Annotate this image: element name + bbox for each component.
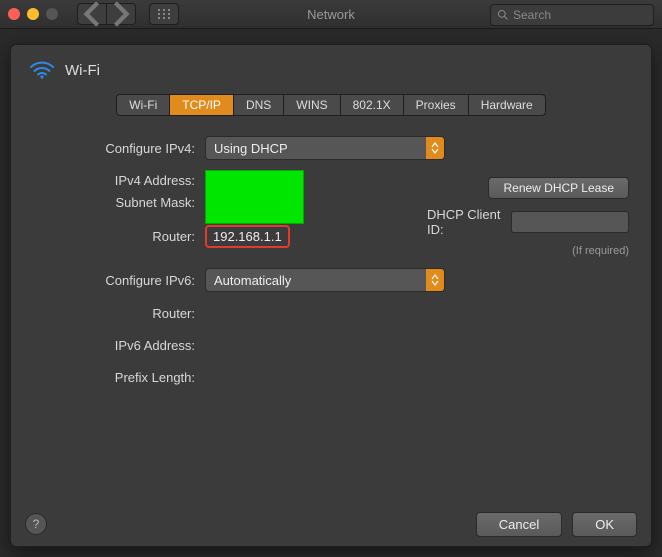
search-field[interactable]: Search — [490, 4, 654, 26]
configure-ipv6-select[interactable]: Automatically — [205, 268, 445, 292]
sheet-title: Wi-Fi — [65, 62, 100, 79]
tab-tcpip[interactable]: TCP/IP — [170, 95, 234, 115]
search-icon — [497, 9, 509, 21]
label-configure-ipv4: Configure IPv4: — [33, 141, 205, 156]
label-subnet-mask: Subnet Mask: — [33, 195, 205, 210]
chevron-right-icon — [107, 0, 135, 28]
select-stepper-icon — [426, 269, 444, 291]
tab-wins[interactable]: WINS — [284, 95, 340, 115]
dhcp-client-id-input[interactable] — [511, 211, 629, 233]
help-button[interactable]: ? — [25, 513, 47, 535]
select-stepper-icon — [426, 137, 444, 159]
tcpip-pane: Configure IPv4: Using DHCP IPv4 Address:… — [11, 118, 651, 406]
router-value: 192.168.1.1 — [205, 225, 290, 248]
nav-forward-button[interactable] — [107, 3, 136, 25]
label-configure-ipv6: Configure IPv6: — [33, 273, 205, 288]
settings-sheet: Wi-Fi Wi-FiTCP/IPDNSWINS802.1XProxiesHar… — [10, 44, 652, 547]
label-prefix-length: Prefix Length: — [33, 370, 205, 385]
search-placeholder: Search — [513, 8, 551, 22]
label-ipv4-address: IPv4 Address: — [33, 170, 205, 188]
close-window-button[interactable] — [8, 8, 20, 20]
sheet-footer: ? Cancel OK — [11, 502, 651, 546]
renew-dhcp-lease-button[interactable]: Renew DHCP Lease — [488, 177, 629, 199]
grid-icon — [158, 9, 170, 19]
ipv4-redacted-block — [205, 170, 304, 224]
dhcp-if-required-note: (If required) — [572, 245, 629, 257]
configure-ipv6-value: Automatically — [214, 273, 291, 288]
sheet-header: Wi-Fi — [11, 45, 651, 92]
nav-back-button[interactable] — [77, 3, 107, 25]
tab-8021x[interactable]: 802.1X — [341, 95, 404, 115]
minimize-window-button[interactable] — [27, 8, 39, 20]
tab-bar: Wi-FiTCP/IPDNSWINS802.1XProxiesHardware — [11, 92, 651, 118]
label-router-v6: Router: — [33, 306, 205, 321]
label-router-v4: Router: — [33, 229, 205, 244]
window-titlebar: Network Search — [0, 0, 662, 29]
label-ipv6-address: IPv6 Address: — [33, 338, 205, 353]
tab-hardware[interactable]: Hardware — [469, 95, 545, 115]
tab-dns[interactable]: DNS — [234, 95, 284, 115]
dhcp-side-column: Renew DHCP Lease DHCP Client ID: (If req… — [427, 177, 629, 257]
ok-button[interactable]: OK — [572, 512, 637, 537]
zoom-window-button[interactable] — [46, 8, 58, 20]
configure-ipv4-value: Using DHCP — [214, 141, 288, 156]
show-all-button[interactable] — [149, 3, 179, 25]
tab-wifi[interactable]: Wi-Fi — [117, 95, 170, 115]
label-dhcp-client-id: DHCP Client ID: — [427, 207, 505, 237]
tab-proxies[interactable]: Proxies — [404, 95, 469, 115]
chevron-left-icon — [78, 0, 106, 28]
cancel-button[interactable]: Cancel — [476, 512, 562, 537]
wifi-icon — [29, 59, 55, 82]
nav-back-forward — [77, 3, 136, 25]
configure-ipv4-select[interactable]: Using DHCP — [205, 136, 445, 160]
